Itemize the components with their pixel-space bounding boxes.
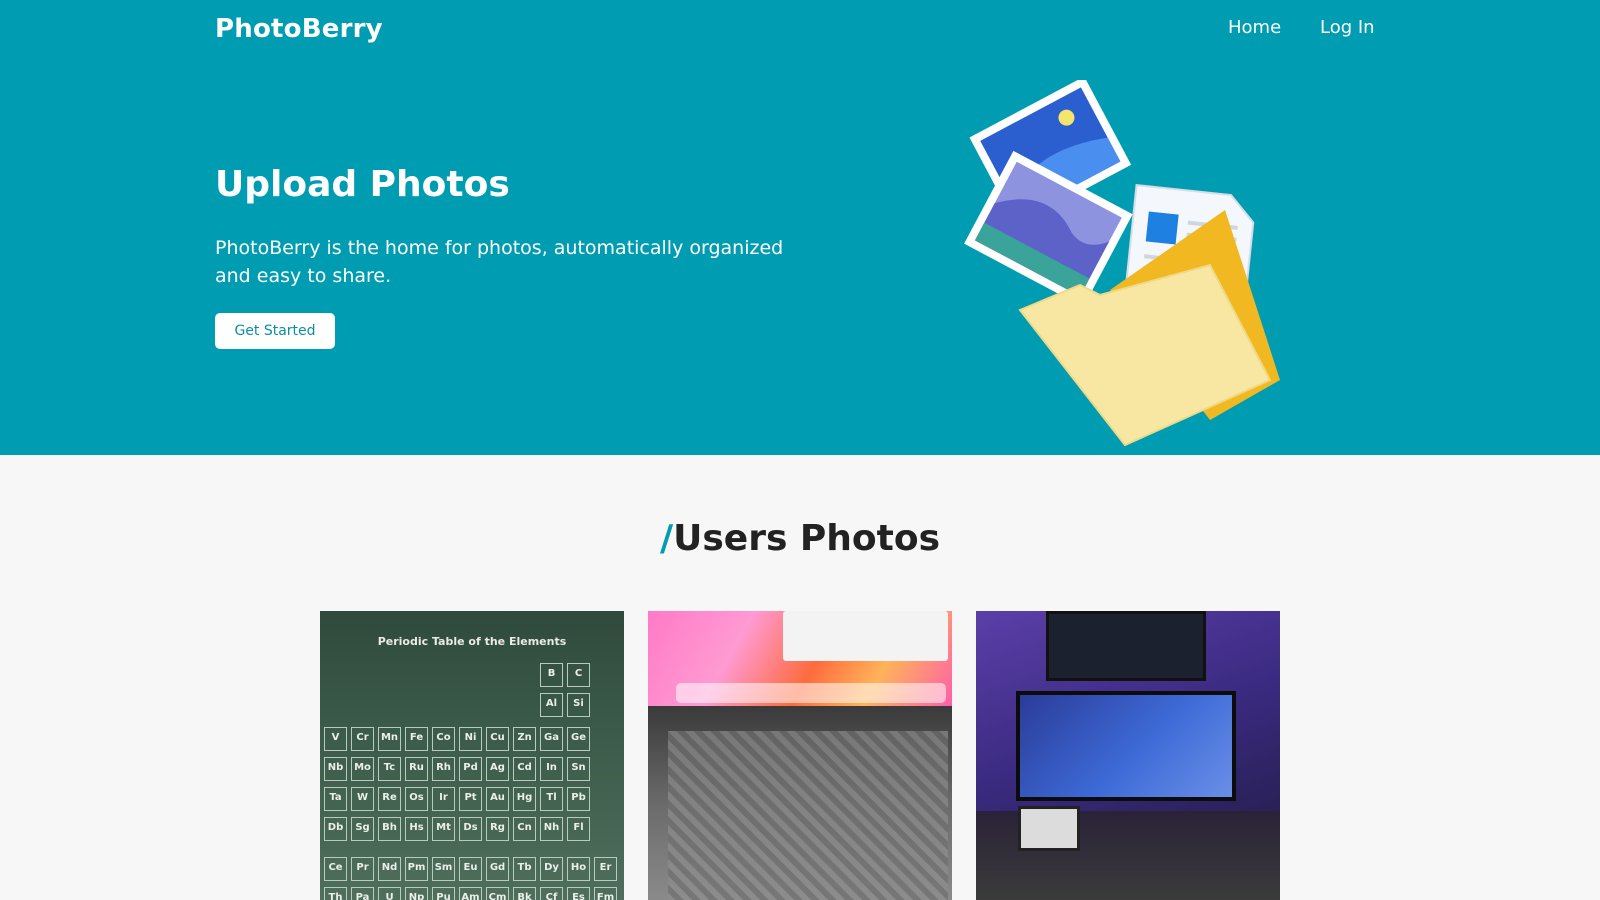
screen-dock bbox=[676, 683, 946, 703]
element-cell: Dy bbox=[540, 857, 563, 881]
element-cell: Cd bbox=[513, 757, 536, 781]
element-cell: Pu bbox=[432, 887, 455, 900]
gallery-title: /Users Photos bbox=[0, 518, 1600, 559]
element-cell: U bbox=[378, 887, 401, 900]
element-cell: B bbox=[540, 663, 563, 687]
element-cell: W bbox=[351, 787, 374, 811]
element-cell: Hg bbox=[513, 787, 536, 811]
element-cell: Co bbox=[432, 727, 455, 751]
element-cell: Ga bbox=[540, 727, 563, 751]
element-cell: Nh bbox=[540, 817, 563, 841]
element-cell: Al bbox=[540, 693, 563, 717]
element-cell: Cm bbox=[486, 887, 509, 900]
element-cell: Pm bbox=[405, 857, 428, 881]
element-cell: Mn bbox=[378, 727, 401, 751]
element-cell: Zn bbox=[513, 727, 536, 751]
element-cell: Rg bbox=[486, 817, 509, 841]
element-cell: Sm bbox=[432, 857, 455, 881]
element-cell: Fm bbox=[594, 887, 617, 900]
element-cell: Mo bbox=[351, 757, 374, 781]
desk-mat bbox=[668, 731, 948, 900]
element-cell: Ge bbox=[567, 727, 590, 751]
element-cell: Np bbox=[405, 887, 428, 900]
element-cell: Hs bbox=[405, 817, 428, 841]
element-cell: Sn bbox=[567, 757, 590, 781]
element-cell: Au bbox=[486, 787, 509, 811]
element-cell: Cf bbox=[540, 887, 563, 900]
element-cell: Cu bbox=[486, 727, 509, 751]
nav-login-link[interactable]: Log In bbox=[1320, 17, 1375, 38]
element-cell: Ta bbox=[324, 787, 347, 811]
element-cell: Tb bbox=[513, 857, 536, 881]
element-cell: Rh bbox=[432, 757, 455, 781]
element-cell: Th bbox=[324, 887, 347, 900]
user-photo-workstation[interactable] bbox=[976, 611, 1280, 900]
element-cell: C bbox=[567, 663, 590, 687]
element-cell: Nb bbox=[324, 757, 347, 781]
element-cell: Pb bbox=[567, 787, 590, 811]
element-cell: Sg bbox=[351, 817, 374, 841]
element-cell: Bh bbox=[378, 817, 401, 841]
element-cell: Gd bbox=[486, 857, 509, 881]
top-monitor bbox=[1046, 611, 1206, 681]
element-cell: Ho bbox=[567, 857, 590, 881]
element-cell: Ag bbox=[486, 757, 509, 781]
screen-window bbox=[783, 611, 948, 661]
element-cell: In bbox=[540, 757, 563, 781]
get-started-button[interactable]: Get Started bbox=[215, 313, 335, 349]
workstation-laptop bbox=[1018, 806, 1080, 851]
element-cell: Pt bbox=[459, 787, 482, 811]
element-cell: V bbox=[324, 727, 347, 751]
photo-caption: Periodic Table of the Elements bbox=[377, 635, 567, 648]
element-cell: Tl bbox=[540, 787, 563, 811]
element-cell: Ni bbox=[459, 727, 482, 751]
brand-logo[interactable]: PhotoBerry bbox=[215, 14, 383, 44]
element-cell: Tc bbox=[378, 757, 401, 781]
main-monitor bbox=[1016, 691, 1236, 801]
periodic-table-grid: B C Al Si V Cr Mn Fe Co Ni Cu Zn Ga Ge Nb Mo Tc Ru Rh Pd Ag C… bbox=[322, 661, 622, 900]
element-cell: Mt bbox=[432, 817, 455, 841]
element-cell: Pa bbox=[351, 887, 374, 900]
element-cell: Bk bbox=[513, 887, 536, 900]
gallery-title-slash: / bbox=[659, 518, 674, 559]
element-cell: Er bbox=[594, 857, 617, 881]
element-cell: Fl bbox=[567, 817, 590, 841]
element-cell: Ds bbox=[459, 817, 482, 841]
hero-section: PhotoBerry Home Log In Upload Photos Pho… bbox=[0, 0, 1600, 455]
element-cell: Ce bbox=[324, 857, 347, 881]
element-cell: Si bbox=[567, 693, 590, 717]
photo-folder-illustration bbox=[964, 80, 1280, 447]
element-cell: Am bbox=[459, 887, 482, 900]
user-photo-desk-laptop[interactable] bbox=[648, 611, 952, 900]
element-cell: Pr bbox=[351, 857, 374, 881]
element-cell: Db bbox=[324, 817, 347, 841]
element-cell: Re bbox=[378, 787, 401, 811]
element-cell: Eu bbox=[459, 857, 482, 881]
element-cell: Cn bbox=[513, 817, 536, 841]
nav-home-link[interactable]: Home bbox=[1228, 17, 1281, 38]
element-cell: Es bbox=[567, 887, 590, 900]
element-cell: Fe bbox=[405, 727, 428, 751]
element-cell: Ir bbox=[432, 787, 455, 811]
user-photo-periodic-table[interactable]: Periodic Table of the Elements B C Al Si V Cr… bbox=[320, 611, 624, 900]
hero-title: Upload Photos bbox=[215, 164, 510, 205]
hero-subtitle: PhotoBerry is the home for photos, autom… bbox=[215, 237, 784, 287]
element-cell: Nd bbox=[378, 857, 401, 881]
element-cell: Pd bbox=[459, 757, 482, 781]
element-cell: Os bbox=[405, 787, 428, 811]
element-cell: Cr bbox=[351, 727, 374, 751]
gallery-title-text: Users Photos bbox=[673, 518, 941, 559]
element-cell: Ru bbox=[405, 757, 428, 781]
